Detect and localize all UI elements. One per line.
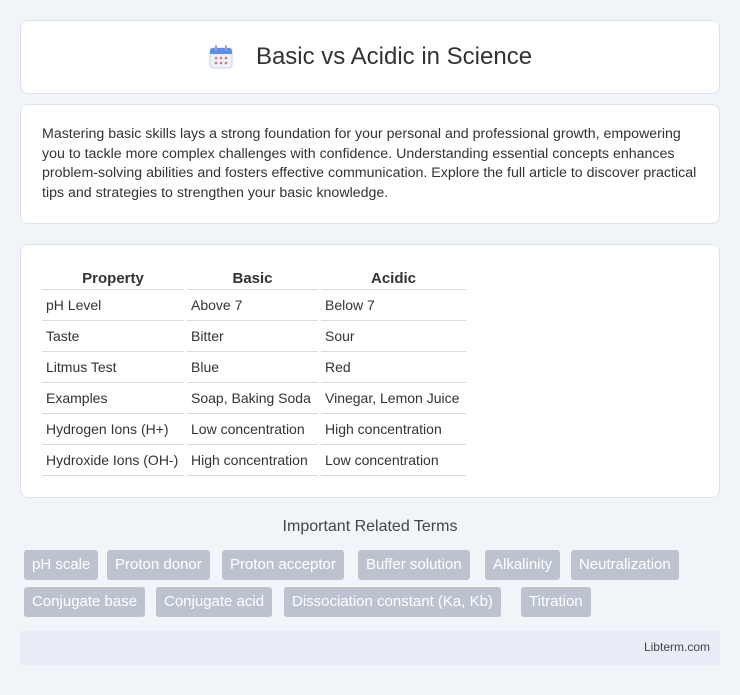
term-tag-conjugate-acid[interactable]: Conjugate acid <box>156 587 273 617</box>
table-cell: Above 7 <box>187 290 318 321</box>
table-cell: Taste <box>42 321 184 352</box>
header-card: Basic vs Acidic in Science <box>20 20 720 94</box>
table-cell: Sour <box>321 321 466 352</box>
intro-card: Mastering basic skills lays a strong fou… <box>20 104 720 224</box>
table-cell: Examples <box>42 383 184 414</box>
table-row: pH Level Above 7 Below 7 <box>42 290 466 321</box>
term-tag-ph-scale[interactable]: pH scale <box>24 550 99 580</box>
comparison-table-card: Property Basic Acidic pH Level Above 7 B… <box>20 244 720 498</box>
comparison-table: Property Basic Acidic pH Level Above 7 B… <box>39 267 469 476</box>
table-cell: pH Level <box>42 290 184 321</box>
term-tag-proton-donor[interactable]: Proton donor <box>107 550 210 580</box>
column-header-property: Property <box>42 267 184 290</box>
table-cell: Below 7 <box>321 290 466 321</box>
term-tag-neutralization[interactable]: Neutralization <box>571 550 679 580</box>
table-cell: Hydrogen Ions (H+) <box>42 414 184 445</box>
table-row: Examples Soap, Baking Soda Vinegar, Lemo… <box>42 383 466 414</box>
table-row: Litmus Test Blue Red <box>42 352 466 383</box>
table-header-row: Property Basic Acidic <box>42 267 466 290</box>
table-row: Hydroxide Ions (OH-) High concentration … <box>42 445 466 476</box>
table-row: Taste Bitter Sour <box>42 321 466 352</box>
term-tag-titration[interactable]: Titration <box>521 587 591 617</box>
table-cell: Low concentration <box>321 445 466 476</box>
table-row: Hydrogen Ions (H+) Low concentration Hig… <box>42 414 466 445</box>
related-terms-heading: Important Related Terms <box>282 518 458 535</box>
table-cell: Bitter <box>187 321 318 352</box>
calendar-icon <box>208 44 234 70</box>
table-cell: High concentration <box>187 445 318 476</box>
column-header-acidic: Acidic <box>321 267 466 290</box>
table-cell: Blue <box>187 352 318 383</box>
table-cell: Litmus Test <box>42 352 184 383</box>
footer: Libterm.com <box>20 631 720 665</box>
intro-text: Mastering basic skills lays a strong fou… <box>42 126 697 201</box>
term-tag-conjugate-base[interactable]: Conjugate base <box>24 587 146 617</box>
term-tag-buffer-solution[interactable]: Buffer solution <box>358 550 470 580</box>
term-tag-alkalinity[interactable]: Alkalinity <box>485 550 561 580</box>
table-cell: Hydroxide Ions (OH-) <box>42 445 184 476</box>
footer-brand[interactable]: Libterm.com <box>644 640 710 654</box>
table-cell: Vinegar, Lemon Juice <box>321 383 466 414</box>
table-cell: Soap, Baking Soda <box>187 383 318 414</box>
page-title: Basic vs Acidic in Science <box>255 43 533 70</box>
term-tag-dissociation-constant[interactable]: Dissociation constant (Ka, Kb) <box>284 587 501 617</box>
table-cell: Low concentration <box>187 414 318 445</box>
term-tag-proton-acceptor[interactable]: Proton acceptor <box>222 550 344 580</box>
table-cell: High concentration <box>321 414 466 445</box>
column-header-basic: Basic <box>187 267 318 290</box>
table-cell: Red <box>321 352 466 383</box>
